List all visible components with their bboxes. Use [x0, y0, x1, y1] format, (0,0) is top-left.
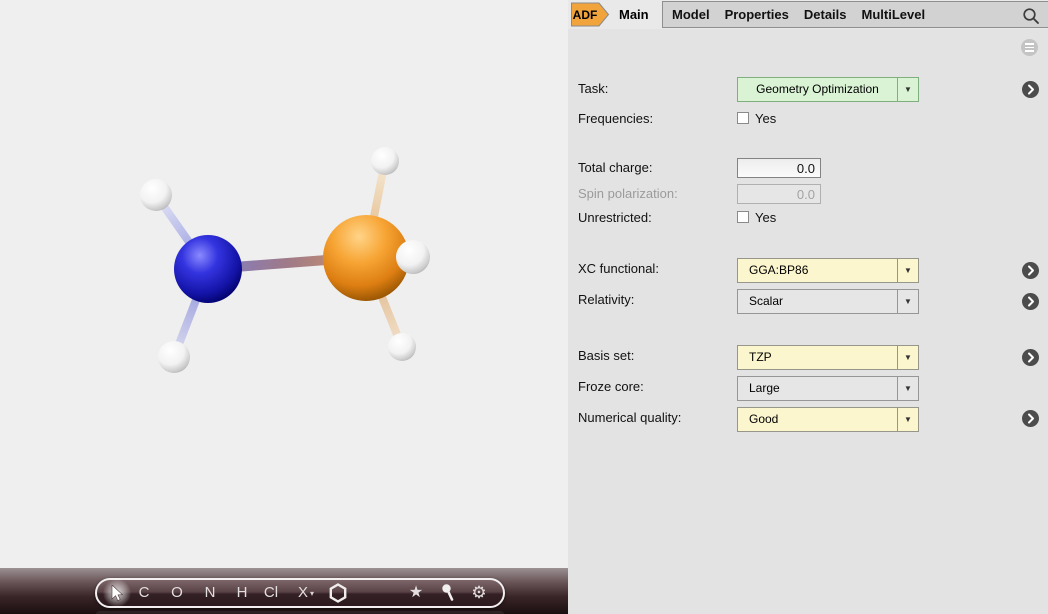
pointer-wand-tool[interactable] — [438, 580, 458, 606]
basis-set-dropdown-value: TZP — [749, 350, 772, 364]
unrestricted-label: Unrestricted: — [578, 210, 652, 225]
relativity-label: Relativity: — [578, 292, 635, 307]
frequencies-checkbox-label[interactable]: Yes — [755, 111, 776, 126]
input-panel: ADF Main Model Properties Details MultiL… — [568, 0, 1048, 614]
atom-H3[interactable] — [371, 147, 399, 175]
atom-H5[interactable] — [388, 333, 416, 361]
numerical-quality-dropdown[interactable]: Good ▼ — [737, 407, 919, 432]
xc-functional-dropdown-value: GGA:BP86 — [749, 263, 809, 277]
tab-properties[interactable]: Properties — [725, 7, 789, 22]
settings-gear-tool[interactable]: ⚙ — [468, 580, 490, 606]
chevron-right-icon — [1028, 265, 1034, 276]
tab-details[interactable]: Details — [804, 7, 847, 22]
ring-tool[interactable] — [327, 580, 349, 606]
task-detail-button[interactable] — [1022, 81, 1039, 98]
adf-input-window: C O N H Cl X ▾ ★ ⚙ ADF Main Model Proper… — [0, 0, 1048, 614]
tab-adf-label: ADF — [573, 8, 598, 22]
hexagon-ring-icon — [329, 583, 347, 603]
basis-set-dropdown[interactable]: TZP ▼ — [737, 345, 919, 370]
element-button-H[interactable]: H — [231, 580, 253, 606]
unrestricted-checkbox[interactable] — [737, 211, 749, 223]
tab-group: Model Properties Details MultiLevel — [662, 1, 1048, 28]
chevron-right-icon — [1028, 84, 1034, 95]
frequencies-checkbox[interactable] — [737, 112, 749, 124]
unrestricted-checkbox-label[interactable]: Yes — [755, 210, 776, 225]
structure-tool-star[interactable]: ★ — [405, 580, 427, 606]
tab-model[interactable]: Model — [672, 7, 710, 22]
spin-polarization-label: Spin polarization: — [578, 186, 678, 201]
element-button-N[interactable]: N — [199, 580, 221, 606]
frequencies-label: Frequencies: — [578, 111, 654, 126]
total-charge-input[interactable] — [737, 158, 821, 178]
xc-functional-dropdown[interactable]: GGA:BP86 ▼ — [737, 258, 919, 283]
atom-N[interactable] — [174, 235, 242, 303]
xc-functional-dropdown-caret-icon[interactable]: ▼ — [897, 259, 918, 282]
total-charge-label: Total charge: — [578, 160, 653, 175]
atom-H1[interactable] — [140, 179, 172, 211]
element-button-C[interactable]: C — [133, 580, 155, 606]
froze-core-dropdown-value: Large — [749, 381, 780, 395]
task-dropdown-value: Geometry Optimization — [756, 82, 879, 96]
numerical-quality-dropdown-value: Good — [749, 412, 779, 426]
froze-core-dropdown[interactable]: Large ▼ — [737, 376, 919, 401]
numerical-quality-detail-button[interactable] — [1022, 410, 1039, 427]
task-dropdown-caret-icon[interactable]: ▼ — [897, 78, 918, 101]
chevron-right-icon — [1028, 413, 1034, 424]
wand-icon — [442, 584, 454, 601]
tab-main[interactable]: Main — [619, 0, 649, 29]
spin-polarization-input — [737, 184, 821, 204]
relativity-dropdown-value: Scalar — [749, 294, 784, 308]
relativity-dropdown-caret-icon[interactable]: ▼ — [897, 290, 918, 313]
tab-adf[interactable]: ADF — [570, 2, 610, 27]
relativity-dropdown[interactable]: Scalar ▼ — [737, 289, 919, 314]
search-icon[interactable] — [1022, 7, 1040, 25]
panel-menu-icon[interactable] — [1021, 39, 1038, 56]
chevron-right-icon — [1028, 352, 1034, 363]
molecule-viewer[interactable]: C O N H Cl X ▾ ★ ⚙ — [0, 0, 568, 614]
basis-set-label: Basis set: — [578, 348, 635, 363]
numerical-quality-label: Numerical quality: — [578, 410, 682, 425]
molecule-canvas[interactable] — [0, 0, 568, 568]
numerical-quality-dropdown-caret-icon[interactable]: ▼ — [897, 408, 918, 431]
task-label: Task: — [578, 81, 609, 96]
select-cursor-tool[interactable] — [108, 580, 126, 606]
xc-functional-label: XC functional: — [578, 261, 659, 276]
element-button-O[interactable]: O — [166, 580, 188, 606]
builder-toolbar: C O N H Cl X ▾ ★ ⚙ — [95, 578, 505, 608]
panel-tabbar: ADF Main Model Properties Details MultiL… — [568, 0, 1048, 29]
chevron-right-icon — [1028, 296, 1034, 307]
froze-core-label: Froze core: — [578, 379, 644, 394]
basis-set-dropdown-caret-icon[interactable]: ▼ — [897, 346, 918, 369]
element-picker-caret-icon[interactable]: ▾ — [310, 589, 314, 598]
relativity-detail-button[interactable] — [1022, 293, 1039, 310]
froze-core-dropdown-caret-icon[interactable]: ▼ — [897, 377, 918, 400]
tab-multilevel[interactable]: MultiLevel — [862, 7, 926, 22]
basis-set-detail-button[interactable] — [1022, 349, 1039, 366]
atom-H2[interactable] — [158, 341, 190, 373]
xc-functional-detail-button[interactable] — [1022, 262, 1039, 279]
cursor-icon — [111, 584, 123, 602]
element-button-Cl[interactable]: Cl — [260, 580, 282, 606]
task-dropdown[interactable]: Geometry Optimization ▼ — [737, 77, 919, 102]
atom-H4[interactable] — [396, 240, 430, 274]
